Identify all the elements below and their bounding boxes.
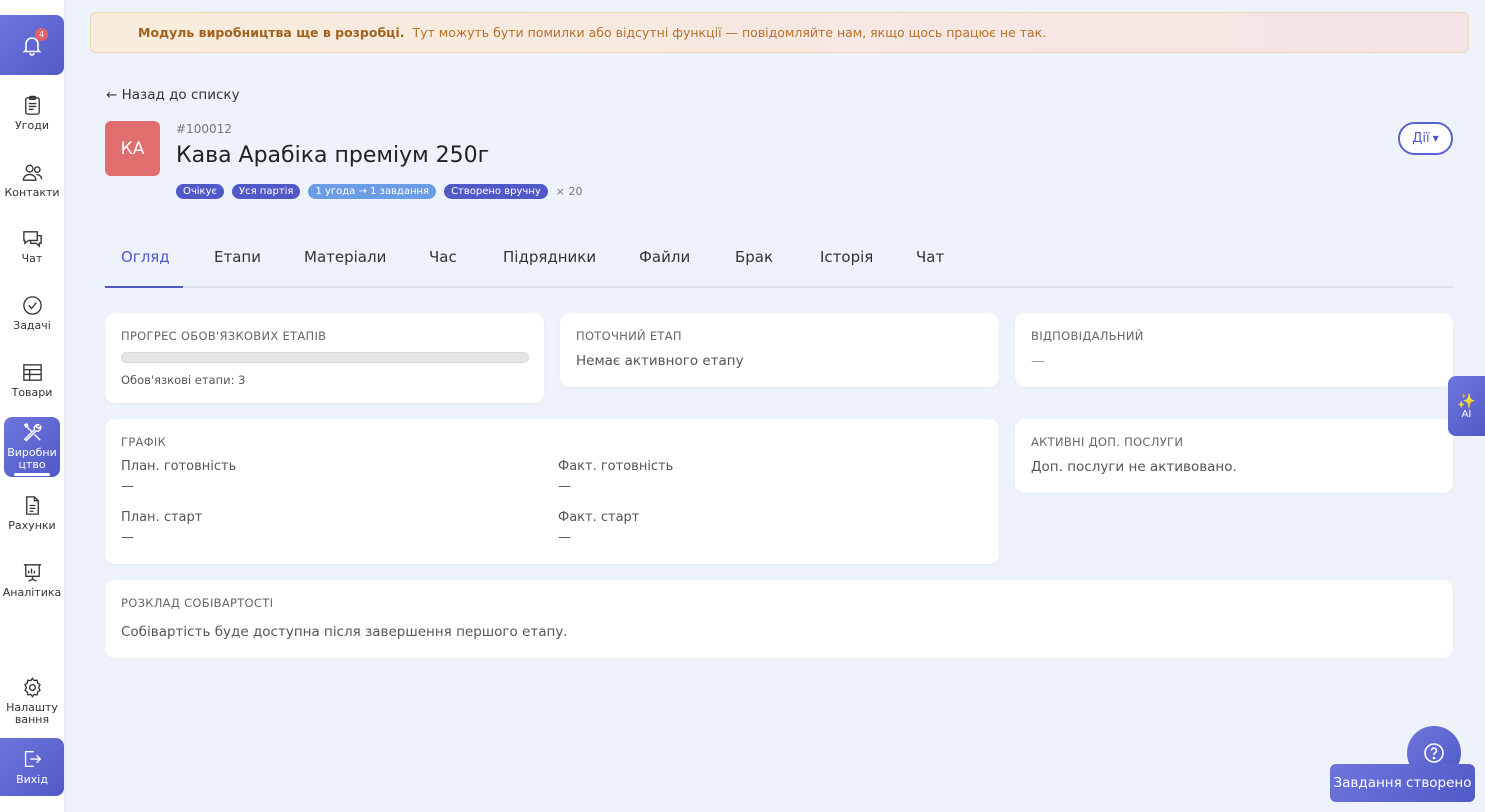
- fact-start-label: Факт. старт: [558, 510, 640, 525]
- sidebar-item-chat[interactable]: Чат: [0, 223, 64, 283]
- sidebar-item-label: Товари: [11, 386, 53, 399]
- cost-value: Собівартість буде доступна після заверше…: [121, 624, 568, 640]
- sidebar-item-invoices[interactable]: Рахунки: [0, 490, 64, 550]
- tab-overview[interactable]: Огляд: [121, 248, 170, 266]
- active-tab-indicator: [105, 286, 183, 288]
- required-stages-note: Обов'язкові етапи: 3: [121, 373, 246, 387]
- notifications-button[interactable]: 4: [0, 15, 64, 75]
- users-icon: [22, 164, 42, 181]
- status-badges: Очікує Уся партія 1 угода → 1 завдання С…: [176, 184, 582, 199]
- tools-icon: [23, 422, 42, 442]
- logout-button[interactable]: Вихід: [0, 738, 64, 796]
- sidebar-item-products[interactable]: Товари: [0, 357, 64, 417]
- clipboard-icon: [24, 95, 40, 115]
- quantity: × 20: [555, 185, 583, 198]
- sidebar-item-label: Задачі: [13, 319, 51, 332]
- tab-files[interactable]: Файли: [639, 248, 690, 266]
- scope-badge: Уся партія: [232, 184, 301, 199]
- sidebar-item-deals[interactable]: Угоди: [0, 90, 64, 150]
- status-badge: Очікує: [176, 184, 225, 199]
- table-icon: [22, 364, 42, 381]
- card-title: АКТИВНІ ДОП. ПОСЛУГИ: [1031, 435, 1184, 449]
- actions-dropdown-button[interactable]: Дії ▼: [1398, 122, 1453, 155]
- services-value: Доп. послуги не активовано.: [1031, 459, 1237, 475]
- tab-time[interactable]: Час: [429, 248, 457, 266]
- sidebar-item-label: Аналітика: [2, 586, 62, 599]
- sidebar-item-production[interactable]: Виробництво: [4, 417, 60, 477]
- card-title: РОЗКЛАД СОБІВАРТОСТІ: [121, 596, 274, 610]
- current-stage-card: ПОТОЧНИЙ ЕТАП Немає активного етапу: [560, 313, 999, 387]
- logout-icon: [24, 750, 42, 768]
- fact-ready-value: —: [558, 479, 571, 494]
- presentation-icon: [23, 564, 41, 582]
- plan-ready-value: —: [121, 479, 134, 494]
- sidebar-item-label: Угоди: [15, 119, 49, 132]
- question-icon: [1424, 743, 1444, 763]
- tab-bar: Огляд Етапи Матеріали Час Підрядники Фай…: [105, 240, 1453, 288]
- avatar: КА: [105, 121, 160, 176]
- toast-notification: Завдання створено: [1330, 764, 1475, 802]
- banner-bold-text: Модуль виробництва ще в розробці.: [138, 25, 405, 40]
- sidebar-item-tasks[interactable]: Задачі: [0, 290, 64, 350]
- tab-chat[interactable]: Чат: [916, 248, 944, 266]
- progress-bar: [121, 352, 529, 363]
- order-id: #100012: [176, 122, 232, 136]
- tab-stages[interactable]: Етапи: [214, 248, 261, 266]
- sidebar-item-label: Контакти: [4, 186, 60, 199]
- back-to-list-link[interactable]: ← Назад до списку: [106, 87, 240, 103]
- card-title: ПРОГРЕС ОБОВ'ЯЗКОВИХ ЕТАПІВ: [121, 329, 327, 343]
- plan-ready-label: План. готовність: [121, 459, 237, 474]
- tab-materials[interactable]: Матеріали: [304, 248, 386, 266]
- responsible-value: —: [1031, 353, 1045, 369]
- sidebar-item-label: Налаштування: [6, 701, 58, 726]
- progress-card: ПРОГРЕС ОБОВ'ЯЗКОВИХ ЕТАПІВ Обов'язкові …: [105, 313, 544, 403]
- current-stage-value: Немає активного етапу: [576, 353, 744, 369]
- tab-defects[interactable]: Брак: [735, 248, 773, 266]
- card-title: ВІДПОВІДАЛЬНИЙ: [1031, 329, 1144, 343]
- sidebar-item-analytics[interactable]: Аналітика: [0, 557, 64, 617]
- tab-contractors[interactable]: Підрядники: [503, 248, 596, 266]
- sidebar-item-contacts[interactable]: Контакти: [0, 157, 64, 217]
- logout-label: Вихід: [16, 773, 48, 786]
- fact-ready-label: Факт. готовність: [558, 459, 674, 474]
- origin-badge: Створено вручну: [444, 184, 548, 199]
- sidebar: 4 Угоди Контакти Чат Задачі Товари Вироб…: [0, 0, 64, 812]
- plan-start-value: —: [121, 530, 134, 545]
- gear-icon: [23, 677, 41, 698]
- actions-label: Дії: [1412, 131, 1430, 146]
- sidebar-item-label: Виробництво: [7, 446, 57, 471]
- plan-start-label: План. старт: [121, 510, 203, 525]
- sparkle-icon: ✨: [1457, 391, 1476, 410]
- document-icon: [25, 496, 39, 515]
- responsible-card: ВІДПОВІДАЛЬНИЙ —: [1015, 313, 1453, 387]
- ai-label: AI: [1461, 408, 1472, 420]
- caret-down-icon: ▼: [1432, 134, 1439, 143]
- sidebar-item-label: Чат: [21, 252, 43, 265]
- banner-text: Тут можуть бути помилки або відсутні фун…: [412, 25, 1047, 40]
- fact-start-value: —: [558, 530, 571, 545]
- services-card: АКТИВНІ ДОП. ПОСЛУГИ Доп. послуги не акт…: [1015, 419, 1453, 493]
- dev-warning-banner: Модуль виробництва ще в розробці. Тут мо…: [90, 12, 1469, 53]
- page-title: Кава Арабіка преміум 250г: [176, 143, 490, 168]
- notification-count-badge: 4: [35, 28, 48, 41]
- sidebar-item-label: Рахунки: [8, 519, 56, 532]
- check-circle-icon: [22, 296, 42, 315]
- sidebar-item-settings[interactable]: Налаштування: [0, 672, 64, 732]
- schedule-card: ГРАФІК План. готовність — Факт. готовніс…: [105, 419, 999, 564]
- cost-card: РОЗКЛАД СОБІВАРТОСТІ Собівартість буде д…: [105, 580, 1453, 658]
- active-indicator: [14, 473, 50, 476]
- card-title: ГРАФІК: [121, 435, 167, 449]
- link-badge: 1 угода → 1 завдання: [308, 184, 437, 199]
- card-title: ПОТОЧНИЙ ЕТАП: [576, 329, 682, 343]
- tab-history[interactable]: Історія: [820, 248, 873, 266]
- chat-icon: [22, 231, 42, 248]
- ai-assistant-button[interactable]: ✨ AI: [1448, 376, 1485, 436]
